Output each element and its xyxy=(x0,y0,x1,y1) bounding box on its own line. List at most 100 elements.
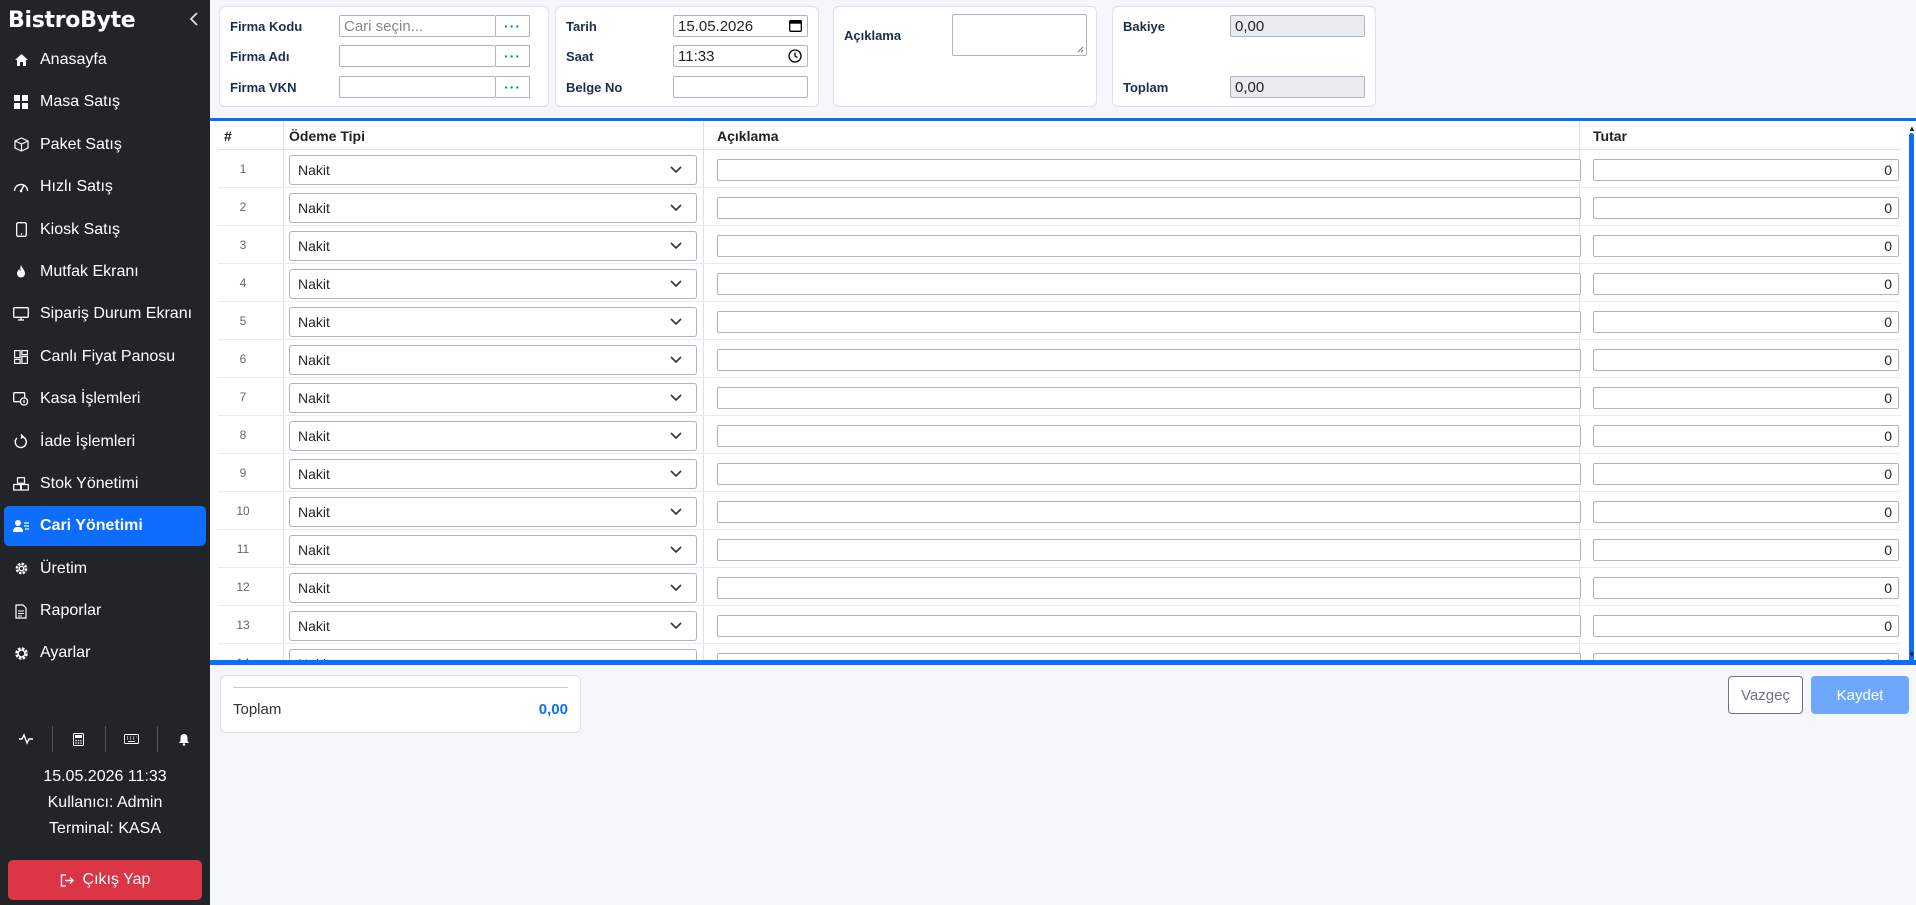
firma-kodu-lookup-button[interactable]: ··· xyxy=(496,15,530,37)
payment-type-select[interactable]: Nakit xyxy=(289,535,697,565)
user-display: Kullanıcı: Admin xyxy=(47,794,163,811)
users-icon xyxy=(12,518,30,534)
payment-type-select[interactable]: Nakit xyxy=(289,155,697,185)
payment-type-select[interactable]: Nakit xyxy=(289,307,697,337)
sidebar-item-8[interactable]: Canlı Fiyat Panosu xyxy=(4,337,206,377)
row-amount-input[interactable]: 0 xyxy=(1593,615,1899,637)
payment-type-select[interactable]: Nakit xyxy=(289,231,697,261)
row-description-input[interactable] xyxy=(717,463,1581,485)
row-amount-input[interactable]: 0 xyxy=(1593,387,1899,409)
row-amount-input[interactable]: 0 xyxy=(1593,159,1899,181)
row-description-input[interactable] xyxy=(717,273,1581,295)
row-amount-input[interactable]: 0 xyxy=(1593,349,1899,371)
belge-no-label: Belge No xyxy=(566,80,623,95)
payment-type-value: Nakit xyxy=(298,618,330,634)
sidebar-item-5[interactable]: Kiosk Satış xyxy=(4,210,206,250)
logout-button[interactable]: Çıkış Yap xyxy=(8,860,202,900)
sidebar-item-label: Sipariş Durum Ekranı xyxy=(40,305,193,323)
total-label: Toplam xyxy=(233,701,282,718)
sidebar-item-1[interactable]: Anasayfa xyxy=(4,40,206,80)
row-amount-input[interactable]: 0 xyxy=(1593,235,1899,257)
payment-type-select[interactable]: Nakit xyxy=(289,269,697,299)
payment-type-value: Nakit xyxy=(298,314,330,330)
sidebar-item-12[interactable]: Cari Yönetimi xyxy=(4,506,206,547)
chevron-down-icon xyxy=(670,546,682,554)
resize-handle-icon[interactable] xyxy=(1077,46,1084,53)
payment-type-select[interactable]: Nakit xyxy=(289,421,697,451)
sidebar-item-6[interactable]: Mutfak Ekranı xyxy=(4,252,206,292)
saat-input[interactable]: 11:33 xyxy=(673,45,808,67)
row-description-input[interactable] xyxy=(717,159,1581,181)
firma-kodu-input[interactable]: Cari seçin... xyxy=(339,15,496,37)
scroll-down-arrow-icon[interactable]: ▼ xyxy=(1908,651,1916,659)
firma-vkn-lookup-button[interactable]: ··· xyxy=(496,76,530,98)
aciklama-textarea[interactable] xyxy=(952,14,1087,56)
calendar-icon[interactable] xyxy=(789,19,802,36)
row-amount-input[interactable]: 0 xyxy=(1593,311,1899,333)
calculator-icon[interactable] xyxy=(53,726,106,752)
row-description-input[interactable] xyxy=(717,387,1581,409)
belge-no-input[interactable] xyxy=(673,76,808,98)
sidebar-item-3[interactable]: Paket Satış xyxy=(4,125,206,165)
sidebar-item-4[interactable]: Hızlı Satış xyxy=(4,167,206,207)
cancel-button[interactable]: Vazgeç xyxy=(1728,676,1803,714)
sidebar-item-11[interactable]: Stok Yönetimi xyxy=(4,464,206,504)
activity-icon[interactable] xyxy=(0,726,53,752)
sidebar-item-14[interactable]: Raporlar xyxy=(4,591,206,631)
sidebar-toolbar xyxy=(0,726,210,752)
row-amount-input[interactable]: 0 xyxy=(1593,197,1899,219)
scroll-thumb[interactable] xyxy=(1909,133,1914,660)
save-button[interactable]: Kaydet xyxy=(1811,676,1909,714)
row-number: 11 xyxy=(236,542,250,556)
row-amount-input[interactable]: 0 xyxy=(1593,539,1899,561)
sidebar-item-10[interactable]: İade İşlemleri xyxy=(4,422,206,462)
table-row: 12 Nakit 0 xyxy=(218,568,1901,606)
payment-type-select[interactable]: Nakit xyxy=(289,459,697,489)
row-description-input[interactable] xyxy=(717,539,1581,561)
row-amount-input[interactable]: 0 xyxy=(1593,653,1899,660)
collapse-sidebar-icon[interactable] xyxy=(188,9,200,32)
tarih-input[interactable]: 15.05.2026 xyxy=(673,15,808,37)
sidebar-item-2[interactable]: Masa Satış xyxy=(4,82,206,122)
row-amount-input[interactable]: 0 xyxy=(1593,463,1899,485)
row-description-input[interactable] xyxy=(717,349,1581,371)
row-amount-input[interactable]: 0 xyxy=(1593,273,1899,295)
payment-type-select[interactable]: Nakit xyxy=(289,383,697,413)
firma-vkn-input[interactable] xyxy=(339,76,496,98)
row-amount-input[interactable]: 0 xyxy=(1593,425,1899,447)
payment-type-select[interactable]: Nakit xyxy=(289,345,697,375)
bell-icon[interactable] xyxy=(158,726,210,752)
row-description-input[interactable] xyxy=(717,425,1581,447)
row-amount-input[interactable]: 0 xyxy=(1593,501,1899,523)
payment-grid: # Ödeme Tipi Açıklama Tutar 1 Nakit 0 2 Naki… xyxy=(210,118,1916,665)
payment-type-select[interactable]: Nakit xyxy=(289,611,697,641)
sidebar-item-9[interactable]: Kasa İşlemleri xyxy=(4,379,206,419)
row-description-input[interactable] xyxy=(717,501,1581,523)
firma-adi-lookup-button[interactable]: ··· xyxy=(496,45,530,67)
sidebar-item-7[interactable]: Sipariş Durum Ekranı xyxy=(4,294,206,334)
row-description-input[interactable] xyxy=(717,653,1581,660)
scroll-up-arrow-icon[interactable]: ▲ xyxy=(1908,125,1916,133)
sidebar-item-13[interactable]: Üretim xyxy=(4,549,206,589)
payment-type-value: Nakit xyxy=(298,352,330,368)
grid-scrollbar[interactable]: ▲ ▼ xyxy=(1908,121,1916,660)
sidebar-item-15[interactable]: Ayarlar xyxy=(4,633,206,673)
row-description-input[interactable] xyxy=(717,577,1581,599)
payment-type-select[interactable]: Nakit xyxy=(289,573,697,603)
row-description-input[interactable] xyxy=(717,311,1581,333)
row-amount-input[interactable]: 0 xyxy=(1593,577,1899,599)
report-icon xyxy=(12,603,30,619)
payment-type-select[interactable]: Nakit xyxy=(289,497,697,527)
sidebar-item-label: Kiosk Satış xyxy=(40,220,121,238)
row-description-input[interactable] xyxy=(717,197,1581,219)
sidebar-item-label: Canlı Fiyat Panosu xyxy=(40,347,176,365)
row-description-input[interactable] xyxy=(717,235,1581,257)
terminal-display: Terminal: KASA xyxy=(48,820,162,837)
row-description-input[interactable] xyxy=(717,615,1581,637)
payment-type-select[interactable]: Nakit xyxy=(289,649,697,660)
chevron-down-icon xyxy=(670,470,682,478)
keyboard-icon[interactable] xyxy=(106,726,159,752)
firma-adi-input[interactable] xyxy=(339,45,496,67)
payment-type-select[interactable]: Nakit xyxy=(289,193,697,223)
clock-icon[interactable] xyxy=(788,49,802,67)
